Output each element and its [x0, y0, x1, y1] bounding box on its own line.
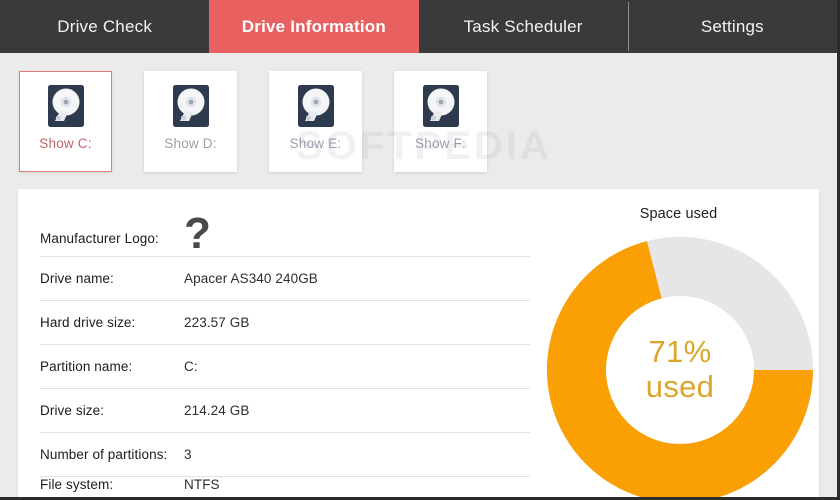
info-label: Drive name: — [40, 271, 114, 286]
tab-task-scheduler[interactable]: Task Scheduler — [419, 0, 628, 53]
info-value: NTFS — [184, 477, 220, 492]
tab-label: Drive Check — [57, 16, 153, 36]
tab-label: Task Scheduler — [463, 16, 583, 36]
drive-card-label: Show C: — [39, 136, 92, 151]
donut-percent-caption: used — [645, 369, 715, 404]
hard-drive-icon — [46, 85, 86, 127]
info-value: 214.24 GB — [184, 403, 250, 418]
tab-drive-check[interactable]: Drive Check — [0, 0, 209, 53]
application-window: Drive Check Drive Information Task Sched… — [0, 0, 840, 500]
main-tabbar: Drive Check Drive Information Task Sched… — [0, 0, 837, 53]
info-value: 223.57 GB — [184, 315, 250, 330]
tab-label: Settings — [700, 16, 764, 36]
drive-card-c[interactable]: Show C: — [19, 71, 112, 172]
info-label: Hard drive size: — [40, 315, 136, 330]
drive-selector-bar: Show C: Show D: Show E: Show F: — [0, 53, 837, 189]
hard-drive-icon — [296, 85, 336, 127]
drive-card-label: Show E: — [289, 136, 342, 151]
drive-card-f[interactable]: Show F: — [394, 71, 487, 172]
hard-drive-icon — [421, 85, 461, 127]
drive-card-e[interactable]: Show E: — [269, 71, 362, 172]
table-row: Drive name: Apacer AS340 240GB — [40, 257, 530, 301]
info-value: C: — [184, 359, 198, 374]
info-label: Drive size: — [40, 403, 105, 418]
drive-card-label: Show D: — [164, 136, 217, 151]
info-label: File system: — [40, 477, 114, 492]
tab-label: Drive Information — [241, 16, 386, 36]
drive-information-panel: Manufacturer Logo: ? Drive name: Apacer … — [18, 189, 819, 497]
donut-center-label: 71% used — [606, 296, 754, 444]
donut-percent: 71% — [648, 334, 712, 370]
info-label: Number of partitions: — [40, 447, 168, 462]
hard-drive-icon — [171, 85, 211, 127]
table-row: Hard drive size: 223.57 GB — [40, 301, 530, 345]
table-row: File system: NTFS — [40, 477, 530, 497]
table-row: Manufacturer Logo: ? — [40, 201, 530, 257]
info-label: Partition name: — [40, 359, 133, 374]
info-label: Manufacturer Logo: — [40, 231, 159, 246]
table-row: Partition name: C: — [40, 345, 530, 389]
drive-info-table: Manufacturer Logo: ? Drive name: Apacer … — [40, 201, 530, 497]
info-value: Apacer AS340 240GB — [184, 271, 318, 286]
tab-settings[interactable]: Settings — [627, 0, 837, 53]
table-row: Number of partitions: 3 — [40, 433, 530, 477]
chart-title: Space used — [639, 206, 718, 222]
tab-drive-information[interactable]: Drive Information — [209, 0, 419, 53]
manufacturer-logo-unknown-icon: ? — [184, 208, 211, 258]
drive-card-label: Show F: — [415, 136, 466, 151]
info-value: 3 — [184, 447, 192, 462]
table-row: Drive size: 214.24 GB — [40, 389, 530, 433]
space-used-donut: 71% used — [547, 237, 813, 497]
space-used-chart: Space used 71% used — [538, 189, 819, 497]
drive-card-d[interactable]: Show D: — [144, 71, 237, 172]
